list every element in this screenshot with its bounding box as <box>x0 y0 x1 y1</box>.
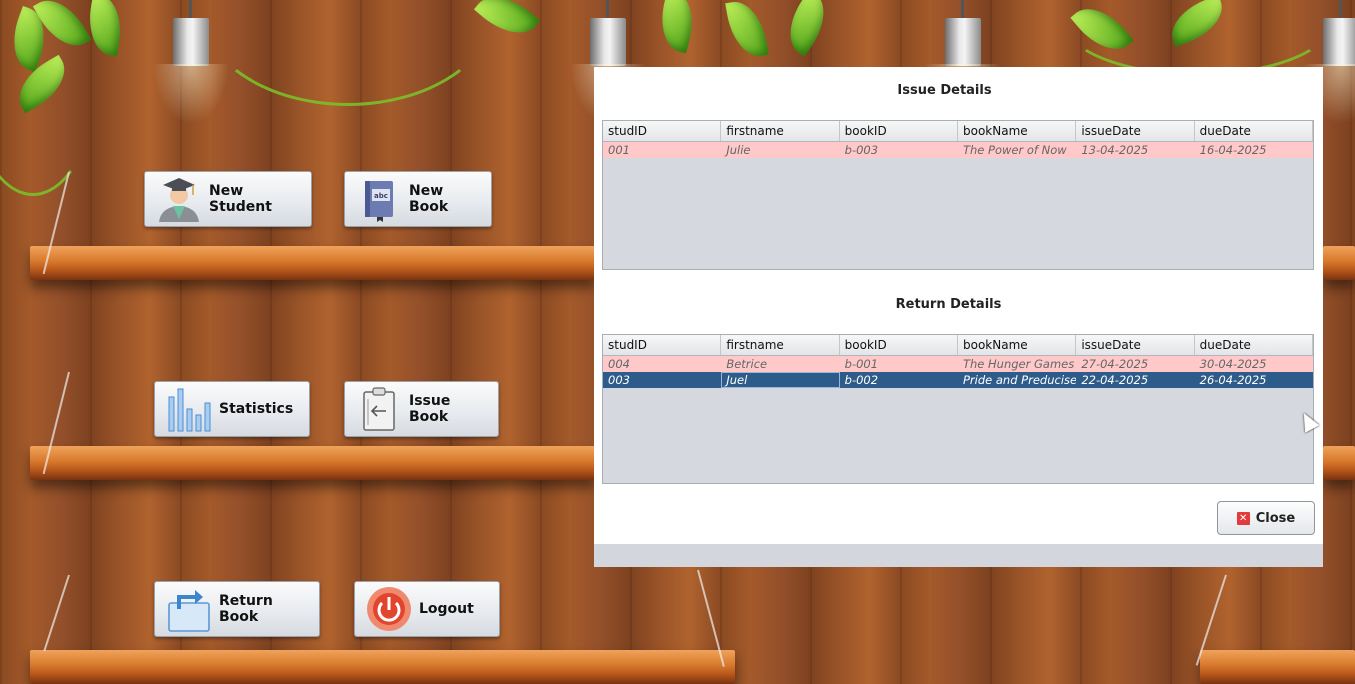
lamp-decoration <box>570 0 646 124</box>
column-header[interactable]: studID <box>603 335 722 355</box>
return-book-label: Return Book <box>219 593 273 625</box>
table-header: studID firstname bookID bookName issueDa… <box>603 121 1313 142</box>
shelf-decoration <box>30 446 595 480</box>
table-cell-focused[interactable]: Juel <box>721 372 840 388</box>
column-header[interactable]: dueDate <box>1195 121 1313 141</box>
statistics-label: Statistics <box>219 401 294 417</box>
shelf-decoration <box>1323 446 1355 480</box>
shelf-decoration <box>30 246 595 280</box>
table-cell[interactable]: The Hunger Games <box>958 356 1076 372</box>
new-student-label: New Student <box>209 183 272 215</box>
table-cell[interactable]: 13-04-2025 <box>1076 142 1194 158</box>
column-header[interactable]: issueDate <box>1076 121 1195 141</box>
return-arrow-icon <box>165 585 213 633</box>
column-header[interactable]: bookID <box>840 335 958 355</box>
table-row-selected[interactable]: 003 Juel b-002 Pride and Preducise 22-04… <box>603 372 1313 388</box>
vine-decoration <box>200 0 496 106</box>
close-icon: ✕ <box>1236 511 1250 525</box>
table-cell[interactable]: 30-04-2025 <box>1195 356 1313 372</box>
table-cell[interactable]: 26-04-2025 <box>1195 372 1313 388</box>
bar-chart-icon <box>165 385 213 433</box>
return-details-title: Return Details <box>895 297 1002 312</box>
table-cell[interactable]: Betrice <box>721 356 839 372</box>
clipboard-icon <box>355 385 403 433</box>
table-cell[interactable]: The Power of Now <box>958 142 1076 158</box>
table-cell[interactable]: b-001 <box>840 356 958 372</box>
column-header[interactable]: firstname <box>721 335 840 355</box>
table-cell[interactable]: 004 <box>603 356 721 372</box>
new-book-button[interactable]: abc New Book <box>344 171 492 227</box>
shelf-decoration <box>30 650 735 684</box>
shelf-wire <box>43 574 70 652</box>
column-header[interactable]: dueDate <box>1195 335 1313 355</box>
table-cell[interactable]: Pride and Preducise <box>958 372 1076 388</box>
table-cell[interactable]: 27-04-2025 <box>1076 356 1194 372</box>
student-graduate-icon <box>155 175 203 223</box>
return-details-table[interactable]: studID firstname bookID bookName issueDa… <box>602 334 1314 484</box>
column-header[interactable]: firstname <box>721 121 840 141</box>
leaf-decoration <box>725 0 769 61</box>
book-icon: abc <box>355 175 403 223</box>
table-header: studID firstname bookID bookName issueDa… <box>603 335 1313 356</box>
lamp-decoration <box>925 0 1001 124</box>
table-cell[interactable]: b-002 <box>840 372 958 388</box>
return-book-button[interactable]: Return Book <box>154 581 320 637</box>
new-student-button[interactable]: New Student <box>144 171 312 227</box>
issue-book-button[interactable]: Issue Book <box>344 381 499 437</box>
table-row[interactable]: 001 Julie b-003 The Power of Now 13-04-2… <box>603 142 1313 158</box>
table-row[interactable]: 004 Betrice b-001 The Hunger Games 27-04… <box>603 356 1313 372</box>
dialog-footer <box>594 544 1323 567</box>
shelf-decoration <box>1200 650 1355 684</box>
column-header[interactable]: bookID <box>840 121 958 141</box>
issue-details-table[interactable]: studID firstname bookID bookName issueDa… <box>602 120 1314 270</box>
issue-book-label: Issue Book <box>409 393 451 425</box>
table-cell[interactable]: b-003 <box>840 142 958 158</box>
table-cell[interactable]: 22-04-2025 <box>1076 372 1194 388</box>
table-cell[interactable]: 16-04-2025 <box>1195 142 1313 158</box>
svg-text:abc: abc <box>374 192 388 200</box>
column-header[interactable]: studID <box>603 121 722 141</box>
shelf-decoration <box>1323 246 1355 280</box>
column-header[interactable]: issueDate <box>1076 335 1195 355</box>
leaf-decoration <box>776 0 838 57</box>
column-header[interactable]: bookName <box>958 335 1077 355</box>
statistics-button[interactable]: Statistics <box>154 381 310 437</box>
leaf-decoration <box>653 0 701 54</box>
power-icon <box>365 585 413 633</box>
table-cell[interactable]: 003 <box>603 372 721 388</box>
table-cell[interactable]: Julie <box>721 142 839 158</box>
details-dialog: Issue Details studID firstname bookID bo… <box>594 67 1323 567</box>
close-button[interactable]: ✕ Close <box>1217 501 1315 535</box>
logout-button[interactable]: Logout <box>354 581 500 637</box>
issue-details-title: Issue Details <box>897 83 992 98</box>
column-header[interactable]: bookName <box>958 121 1077 141</box>
table-cell[interactable]: 001 <box>603 142 721 158</box>
new-book-label: New Book <box>409 183 449 215</box>
logout-label: Logout <box>419 601 474 617</box>
close-label: Close <box>1255 510 1296 526</box>
